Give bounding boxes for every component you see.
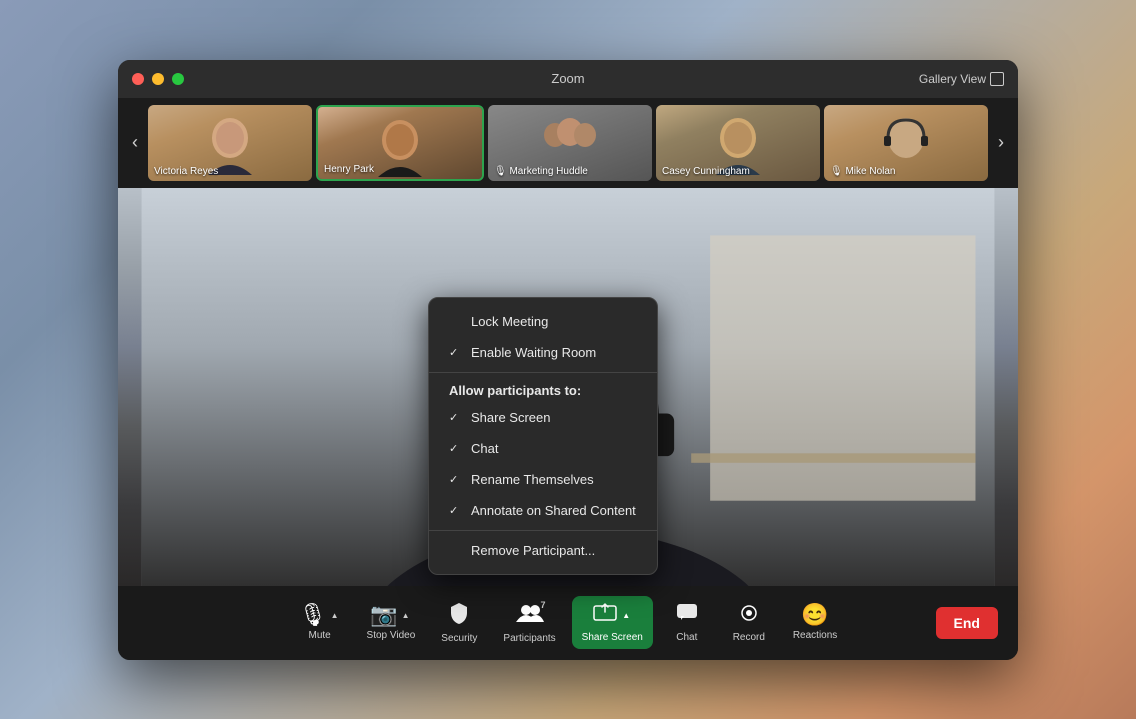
mute-with-caret: 🎙 ▲ [299,604,341,626]
reactions-icon: 😊 [801,604,828,626]
check-annotate: ✓ [449,504,463,517]
security-button[interactable]: Security [431,595,487,650]
thumb-label-henry: Henry Park [324,164,374,175]
menu-item-enable-waiting-room[interactable]: ✓ Enable Waiting Room [429,337,657,368]
menu-item-rename-themselves[interactable]: ✓ Rename Themselves [429,464,657,495]
zoom-window: Zoom Gallery View ‹ Victoria Reyes [118,60,1018,660]
window-controls [132,73,184,85]
close-button[interactable] [132,73,144,85]
mute-caret[interactable]: ▲ [329,609,341,622]
stop-video-label: Stop Video [367,630,416,641]
maximize-button[interactable] [172,73,184,85]
toolbar: 🎙 ▲ Mute 📷 ▲ Stop Video [118,586,1018,660]
share-screen-label: Share Screen [471,410,637,425]
stop-video-button[interactable]: 📷 ▲ Stop Video [357,598,426,647]
rename-themselves-label: Rename Themselves [471,472,637,487]
minimize-button[interactable] [152,73,164,85]
allow-participants-header: Allow participants to: [429,377,657,402]
security-dropdown-menu: Lock Meeting ✓ Enable Waiting Room Allow… [428,297,658,575]
mute-button[interactable]: 🎙 ▲ Mute [289,598,351,647]
menu-item-chat[interactable]: ✓ Chat [429,433,657,464]
security-label: Security [441,633,477,644]
check-share-screen: ✓ [449,411,463,424]
reactions-button[interactable]: 😊 Reactions [783,598,847,647]
share-screen-button[interactable]: ▲ Share Screen [572,596,653,649]
enable-waiting-room-label: Enable Waiting Room [471,345,637,360]
thumbnail-strip: ‹ Victoria Reyes [118,98,1018,188]
mute-label: Mute [309,630,331,641]
check-waiting-room: ✓ [449,346,463,359]
record-label: Record [733,632,765,643]
check-chat: ✓ [449,442,463,455]
security-icon [447,601,471,629]
chat-icon [675,602,699,628]
record-icon [737,602,761,628]
mute-icon: 🎙 [299,604,327,626]
share-caret[interactable]: ▲ [620,609,632,622]
video-caret[interactable]: ▲ [400,609,412,622]
thumbnail-victoria-reyes[interactable]: Victoria Reyes [148,105,312,181]
reactions-label: Reactions [793,630,837,641]
thumbnail-casey-cunningham[interactable]: Casey Cunningham [656,105,820,181]
thumbnail-mike-nolan[interactable]: 🎙 Mike Nolan [824,105,988,181]
participants-label: Participants [503,633,555,644]
menu-divider-2 [429,530,657,531]
thumb-label-casey: Casey Cunningham [662,166,750,177]
title-bar: Zoom Gallery View [118,60,1018,98]
thumbnail-list: Victoria Reyes Henry Park [148,105,988,181]
chat-label: Chat [676,632,697,643]
gallery-view-button[interactable]: Gallery View [919,72,1004,86]
participants-icon [516,604,544,629]
share-screen-icon [592,602,618,628]
share-with-caret: ▲ [592,602,632,628]
check-rename-themselves: ✓ [449,473,463,486]
participants-icon-container: 7 [516,602,544,629]
menu-divider-1 [429,372,657,373]
chat-button[interactable]: Chat [659,596,715,649]
gallery-view-label: Gallery View [919,72,986,86]
toolbar-items: 🎙 ▲ Mute 📷 ▲ Stop Video [289,595,848,650]
expand-icon [990,72,1004,86]
thumbnail-henry-park[interactable]: Henry Park [316,105,484,181]
annotate-label: Annotate on Shared Content [471,503,637,518]
menu-item-lock-meeting[interactable]: Lock Meeting [429,306,657,337]
thumb-label-victoria: Victoria Reyes [154,166,218,177]
lock-meeting-label: Lock Meeting [471,314,637,329]
menu-item-remove-participant[interactable]: Remove Participant... [429,535,657,566]
thumbnail-marketing-huddle[interactable]: 🎙 Marketing Huddle [488,105,652,181]
remove-participant-label: Remove Participant... [471,543,637,558]
window-title: Zoom [551,71,584,86]
prev-nav-button[interactable]: ‹ [126,128,144,157]
chat-label: Chat [471,441,637,456]
menu-item-annotate[interactable]: ✓ Annotate on Shared Content [429,495,657,526]
participants-button[interactable]: 7 Participants [493,596,565,650]
thumb-label-mike: 🎙 Mike Nolan [830,166,896,177]
video-with-caret: 📷 ▲ [370,604,411,626]
participants-count: 7 [541,600,546,610]
record-button[interactable]: Record [721,596,777,649]
menu-item-share-screen[interactable]: ✓ Share Screen [429,402,657,433]
end-meeting-button[interactable]: End [936,607,998,639]
video-icon: 📷 [370,604,397,626]
thumb-label-huddle: 🎙 Marketing Huddle [494,166,588,177]
next-nav-button[interactable]: › [992,128,1010,157]
share-screen-label: Share Screen [582,632,643,643]
